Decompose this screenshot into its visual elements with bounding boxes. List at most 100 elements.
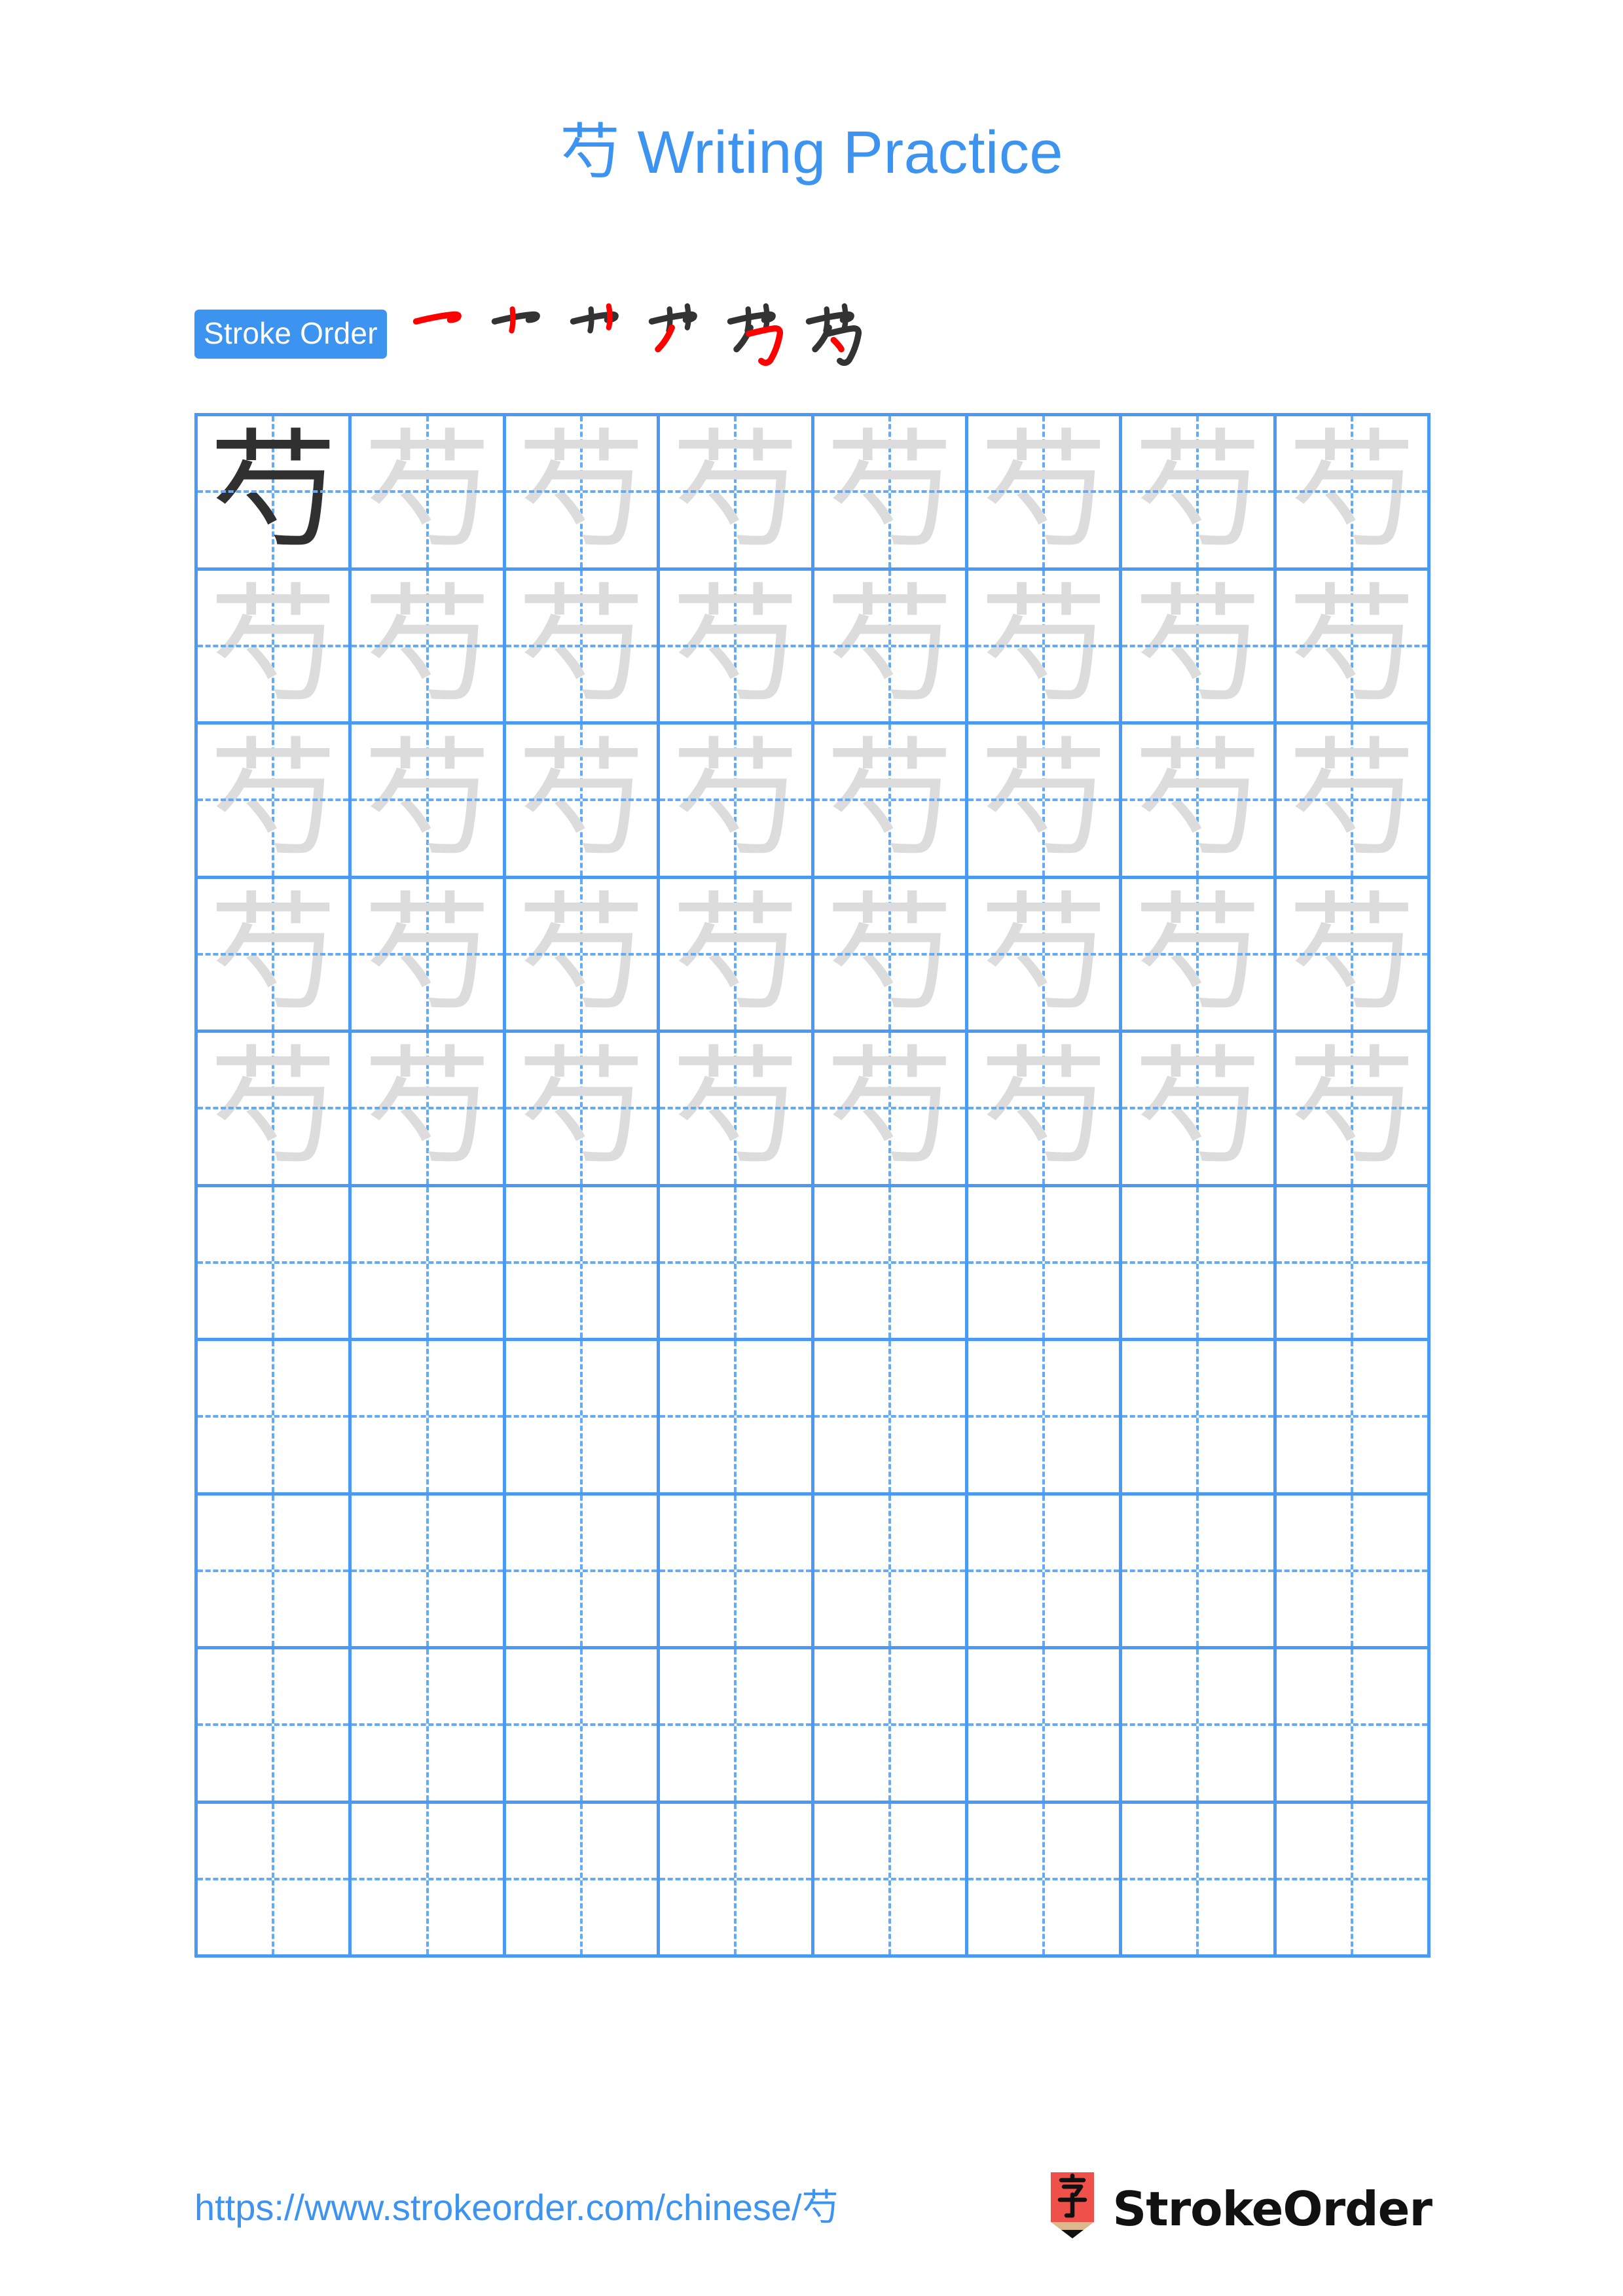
grid-cell[interactable]: 芍 [1276, 570, 1431, 725]
grid-cell-empty[interactable] [968, 1495, 1123, 1649]
grid-cell-model[interactable]: 芍 [198, 416, 352, 571]
grid-cell[interactable]: 芍 [198, 878, 352, 1033]
source-url-link[interactable]: https://www.strokeorder.com/chinese/芍 [194, 2178, 839, 2231]
grid-cell[interactable]: 芍 [1276, 1033, 1431, 1187]
grid-row-empty [198, 1341, 1431, 1496]
grid-cell-empty[interactable] [1122, 1187, 1277, 1341]
grid-cell-empty[interactable] [1122, 1495, 1277, 1649]
grid-cell-empty[interactable] [968, 1341, 1123, 1496]
grid-cell[interactable]: 芍 [968, 570, 1123, 725]
grid-cell[interactable]: 芍 [1122, 878, 1277, 1033]
grid-cell-empty[interactable] [198, 1649, 352, 1804]
grid-cell[interactable]: 芍 [660, 1033, 814, 1187]
grid-cell-empty[interactable] [814, 1649, 968, 1804]
grid-cell-empty[interactable] [198, 1341, 352, 1496]
grid-cell[interactable]: 芍 [814, 570, 968, 725]
grid-cell[interactable]: 芍 [352, 1033, 506, 1187]
grid-cell-empty[interactable] [505, 1495, 661, 1649]
grid-cell-empty[interactable] [968, 1649, 1123, 1804]
grid-cell[interactable]: 芍 [814, 416, 968, 571]
grid-cell[interactable]: 芍 [1276, 416, 1431, 571]
grid-row-empty [198, 1187, 1431, 1341]
practice-character: 芍 [979, 417, 1108, 567]
practice-character: 芍 [1287, 571, 1416, 721]
grid-cell[interactable]: 芍 [660, 570, 814, 725]
grid-cell-empty[interactable] [660, 1495, 814, 1649]
grid-cell[interactable]: 芍 [968, 725, 1123, 879]
practice-character: 芍 [979, 571, 1108, 721]
practice-character: 芍 [517, 1033, 646, 1183]
grid-cell-empty[interactable] [968, 1187, 1123, 1341]
practice-character: 芍 [1133, 879, 1262, 1029]
strokeorder-logo[interactable]: StrokeOrder [1047, 2172, 1432, 2245]
grid-cell[interactable]: 芍 [352, 570, 506, 725]
grid-cell[interactable]: 芍 [814, 1033, 968, 1187]
grid-cell-empty[interactable] [814, 1495, 968, 1649]
grid-cell-empty[interactable] [814, 1803, 968, 1958]
practice-character: 芍 [671, 879, 800, 1029]
grid-cell[interactable]: 芍 [505, 725, 661, 879]
practice-character: 芍 [825, 725, 954, 875]
grid-cell-empty[interactable] [660, 1649, 814, 1804]
grid-cell-empty[interactable] [198, 1187, 352, 1341]
grid-cell[interactable]: 芍 [814, 878, 968, 1033]
grid-cell[interactable]: 芍 [352, 416, 506, 571]
grid-cell-empty[interactable] [505, 1649, 661, 1804]
grid-cell[interactable]: 芍 [198, 570, 352, 725]
grid-cell-empty[interactable] [814, 1187, 968, 1341]
grid-cell-empty[interactable] [352, 1495, 506, 1649]
grid-cell-empty[interactable] [198, 1495, 352, 1649]
grid-cell-empty[interactable] [660, 1187, 814, 1341]
grid-cell-empty[interactable] [660, 1803, 814, 1958]
grid-cell[interactable]: 芍 [505, 878, 661, 1033]
grid-cell[interactable]: 芍 [352, 878, 506, 1033]
grid-cell[interactable]: 芍 [352, 725, 506, 879]
stroke-order-section: Stroke Order [194, 298, 877, 370]
grid-cell[interactable]: 芍 [660, 878, 814, 1033]
grid-cell-empty[interactable] [1122, 1341, 1277, 1496]
grid-cell[interactable]: 芍 [198, 725, 352, 879]
practice-character: 芍 [363, 725, 492, 875]
grid-cell[interactable]: 芍 [198, 1033, 352, 1187]
grid-cell[interactable]: 芍 [1276, 878, 1431, 1033]
practice-character: 芍 [363, 879, 492, 1029]
grid-cell-empty[interactable] [814, 1341, 968, 1496]
grid-cell-empty[interactable] [352, 1649, 506, 1804]
practice-character: 芍 [363, 1033, 492, 1183]
grid-cell-empty[interactable] [660, 1341, 814, 1496]
grid-cell[interactable]: 芍 [1122, 725, 1277, 879]
grid-cell-empty[interactable] [1276, 1187, 1431, 1341]
grid-cell-empty[interactable] [352, 1341, 506, 1496]
practice-character: 芍 [517, 417, 646, 567]
logo-wordmark: StrokeOrder [1112, 2181, 1432, 2236]
grid-cell[interactable]: 芍 [1276, 725, 1431, 879]
practice-character: 芍 [671, 571, 800, 721]
grid-cell[interactable]: 芍 [1122, 1033, 1277, 1187]
grid-cell[interactable]: 芍 [968, 1033, 1123, 1187]
grid-cell[interactable]: 芍 [968, 878, 1123, 1033]
grid-cell[interactable]: 芍 [814, 725, 968, 879]
grid-cell[interactable]: 芍 [968, 416, 1123, 571]
grid-cell-empty[interactable] [1276, 1341, 1431, 1496]
grid-cell-empty[interactable] [198, 1803, 352, 1958]
grid-cell-empty[interactable] [1122, 1649, 1277, 1804]
grid-cell[interactable]: 芍 [1122, 416, 1277, 571]
grid-cell-empty[interactable] [505, 1187, 661, 1341]
grid-cell-empty[interactable] [1276, 1495, 1431, 1649]
grid-cell[interactable]: 芍 [505, 416, 661, 571]
grid-cell[interactable]: 芍 [505, 570, 661, 725]
grid-cell[interactable]: 芍 [660, 416, 814, 571]
grid-row: 芍 芍 芍 芍 芍 芍 芍 芍 [198, 416, 1431, 571]
grid-cell-empty[interactable] [1122, 1803, 1277, 1958]
grid-cell-empty[interactable] [1276, 1803, 1431, 1958]
grid-cell[interactable]: 芍 [660, 725, 814, 879]
grid-cell[interactable]: 芍 [505, 1033, 661, 1187]
grid-cell[interactable]: 芍 [1122, 570, 1277, 725]
stroke-step-3 [562, 295, 640, 372]
grid-cell-empty[interactable] [505, 1803, 661, 1958]
grid-cell-empty[interactable] [352, 1187, 506, 1341]
grid-cell-empty[interactable] [352, 1803, 506, 1958]
grid-cell-empty[interactable] [1276, 1649, 1431, 1804]
grid-cell-empty[interactable] [968, 1803, 1123, 1958]
grid-cell-empty[interactable] [505, 1341, 661, 1496]
